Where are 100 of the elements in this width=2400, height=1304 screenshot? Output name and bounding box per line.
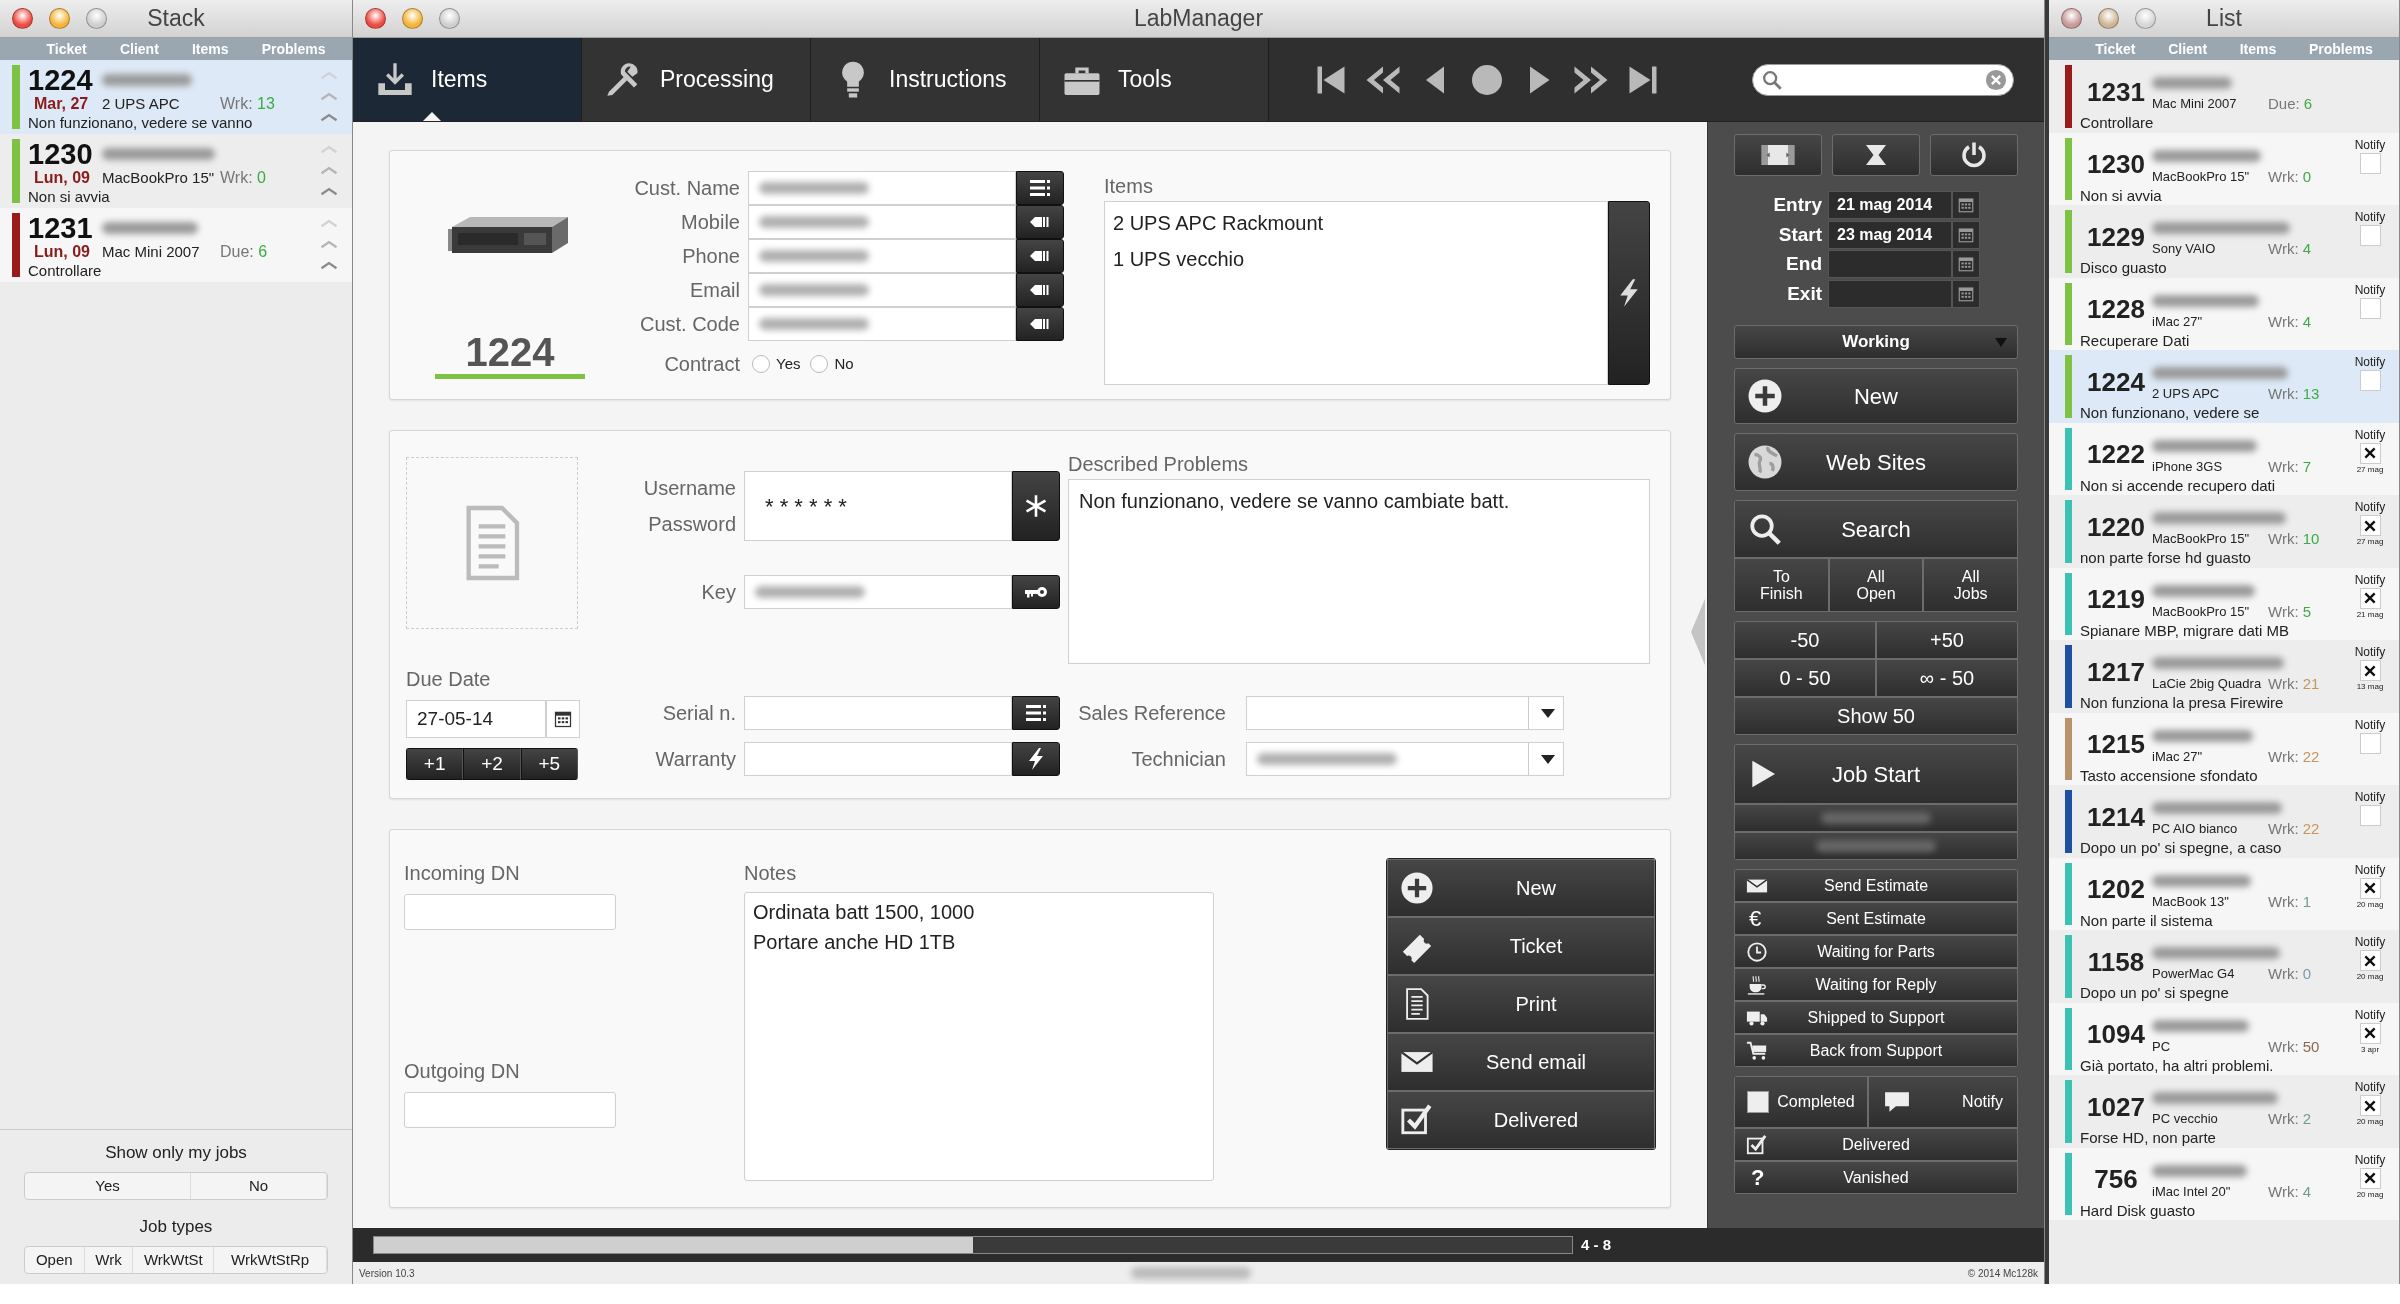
minimize-button[interactable]: [402, 8, 423, 29]
job-start-button[interactable]: Job Start: [1734, 744, 2018, 804]
stage-button[interactable]: € Sent Estimate: [1734, 902, 2018, 935]
zoom-button[interactable]: [439, 8, 460, 29]
checkbox[interactable]: [2359, 732, 2381, 754]
text-field[interactable]: [748, 273, 1016, 307]
radio-button[interactable]: [810, 355, 829, 373]
stage-button[interactable]: Shipped to Support: [1734, 1001, 2018, 1034]
tab[interactable]: Items: [353, 38, 582, 121]
technician-button[interactable]: [1734, 804, 2018, 832]
dial-button[interactable]: [1016, 239, 1064, 273]
toggle-button[interactable]: Open: [25, 1246, 85, 1273]
list-button[interactable]: [1012, 696, 1060, 730]
ticket-row[interactable]: 1224 2 UPS APC Wrk: 13 Non funzionano, vedere se Notify: [2049, 350, 2399, 423]
date-field[interactable]: [1828, 279, 1952, 308]
toggle-button[interactable]: WrkWtSt: [133, 1246, 215, 1273]
stage-button[interactable]: Send Estimate: [1734, 869, 2018, 902]
search-field[interactable]: [1752, 63, 2014, 96]
checkbox[interactable]: [2359, 1167, 2381, 1189]
dial-button[interactable]: [1016, 205, 1064, 239]
ticket-row[interactable]: 1219 MacBookPro 15" Wrk: 5 Spianare MBP, migrare dati MB Notify 21 mag: [2049, 567, 2399, 640]
checkbox[interactable]: [2359, 442, 2381, 464]
checkbox[interactable]: [1747, 1091, 1770, 1113]
checkbox[interactable]: [2359, 515, 2381, 536]
paging-button[interactable]: +50: [1876, 621, 2018, 659]
caret-icon[interactable]: [1541, 708, 1555, 718]
tab[interactable]: Instructions: [811, 38, 1040, 121]
checkbox[interactable]: [2359, 1095, 2381, 1116]
checkbox[interactable]: [2359, 805, 2381, 826]
status-dropdown[interactable]: Working: [1734, 325, 2018, 359]
command-button[interactable]: Search: [1734, 500, 2018, 558]
close-button[interactable]: [12, 8, 33, 29]
checkbox[interactable]: [2359, 1022, 2381, 1044]
date-field[interactable]: 27-05-14: [406, 700, 546, 738]
action-button[interactable]: Print: [1387, 975, 1655, 1033]
toolbar-button[interactable]: [1734, 134, 1822, 176]
document-placeholder[interactable]: [406, 457, 578, 629]
lightning-button[interactable]: [1012, 742, 1060, 776]
caret-icon[interactable]: [1541, 754, 1555, 764]
zoom-button[interactable]: [86, 8, 107, 29]
completed-button[interactable]: Completed: [1734, 1076, 1868, 1128]
increment-button[interactable]: +5: [520, 748, 578, 780]
delivered-button[interactable]: Delivered: [1734, 1128, 2018, 1161]
checkbox[interactable]: [2359, 370, 2381, 391]
dial-button[interactable]: [1016, 307, 1064, 341]
text-field[interactable]: [748, 205, 1016, 239]
toolbar-button[interactable]: [1832, 134, 1920, 176]
tab[interactable]: Tools: [1040, 38, 1269, 121]
stage-button[interactable]: Waiting for Reply: [1734, 968, 2018, 1001]
toggle-button[interactable]: WrkWtStRp: [214, 1246, 327, 1273]
text-area[interactable]: Non funzionano, vedere se vanno cambiate batt.: [1068, 479, 1650, 664]
zoom-button[interactable]: [2135, 8, 2156, 29]
ticket-row[interactable]: 1094 PC Wrk: 50 Già portato, ha altri problemi. Notify 3 apr: [2049, 1002, 2399, 1075]
toggle-button[interactable]: Wrk: [84, 1246, 134, 1273]
vanished-button[interactable]: ? Vanished: [1734, 1161, 2018, 1194]
checkbox[interactable]: [2359, 660, 2381, 681]
action-button[interactable]: Send email: [1387, 1033, 1655, 1091]
text-field[interactable]: [404, 1092, 616, 1128]
command-button[interactable]: Web Sites: [1734, 433, 2018, 491]
text-field[interactable]: [744, 742, 1012, 776]
notify-button[interactable]: Notify: [1868, 1076, 2018, 1128]
ticket-row[interactable]: 1202 MacBook 13" Wrk: 1 Non parte il sistema Notify 20 mag: [2049, 857, 2399, 930]
tab[interactable]: Processing: [582, 38, 811, 121]
minimize-button[interactable]: [2098, 8, 2119, 29]
toggle-button[interactable]: Yes: [25, 1172, 191, 1199]
dial-button[interactable]: [1016, 273, 1064, 307]
radio-button[interactable]: [752, 355, 770, 373]
filter-button[interactable]: All Open: [1828, 558, 1924, 612]
reveal-button[interactable]: [1012, 471, 1060, 541]
text-area[interactable]: Ordinata batt 1500, 1000 Portare anche HD 1TB: [744, 892, 1214, 1181]
checkbox[interactable]: [2359, 225, 2381, 246]
technician-button[interactable]: [1734, 832, 2018, 860]
minimize-button[interactable]: [49, 8, 70, 29]
checkbox[interactable]: [2359, 297, 2381, 319]
increment-button[interactable]: +2: [463, 748, 521, 780]
stage-button[interactable]: Waiting for Parts: [1734, 935, 2018, 968]
toolbar-button[interactable]: [1930, 134, 2018, 176]
action-button[interactable]: Delivered: [1387, 1091, 1655, 1149]
toggle-button[interactable]: No: [191, 1172, 327, 1199]
paging-button[interactable]: -50: [1734, 621, 1876, 659]
ticket-row[interactable]: 1215 iMac 27" Wrk: 22 Tasto accensione sfondato Notify: [2049, 712, 2399, 785]
ticket-row[interactable]: 1230 MacBookPro 15" Wrk: 0 Non si avvia Notify: [2049, 132, 2399, 205]
password-field[interactable]: * * * * * *: [744, 471, 1012, 541]
checkbox[interactable]: [2359, 152, 2381, 174]
checkbox[interactable]: [2359, 950, 2381, 971]
ticket-row[interactable]: 1228 iMac 27" Wrk: 4 Recuperare Dati Notify: [2049, 277, 2399, 350]
text-field[interactable]: [748, 239, 1016, 273]
ticket-row[interactable]: 756 iMac Intel 20" Wrk: 4 Hard Disk guasto Notify 20 mag: [2049, 1147, 2399, 1220]
close-button[interactable]: [2061, 8, 2082, 29]
date-field[interactable]: 21 mag 2014: [1828, 191, 1952, 220]
filter-button[interactable]: To Finish: [1734, 558, 1829, 612]
clear-icon[interactable]: [1985, 68, 2007, 91]
paging-button[interactable]: ∞ - 50: [1876, 659, 2018, 697]
ticket-row[interactable]: 1222 iPhone 3GS Wrk: 7 Non si accende recupero dati Notify 27 mag: [2049, 422, 2399, 495]
date-field[interactable]: [1828, 250, 1952, 279]
close-button[interactable]: [365, 8, 386, 29]
date-field[interactable]: 23 mag 2014: [1828, 220, 1952, 249]
filter-button[interactable]: All Jobs: [1923, 558, 2018, 612]
checkbox[interactable]: [2359, 587, 2381, 609]
show-button[interactable]: Show 50: [1734, 697, 2018, 735]
